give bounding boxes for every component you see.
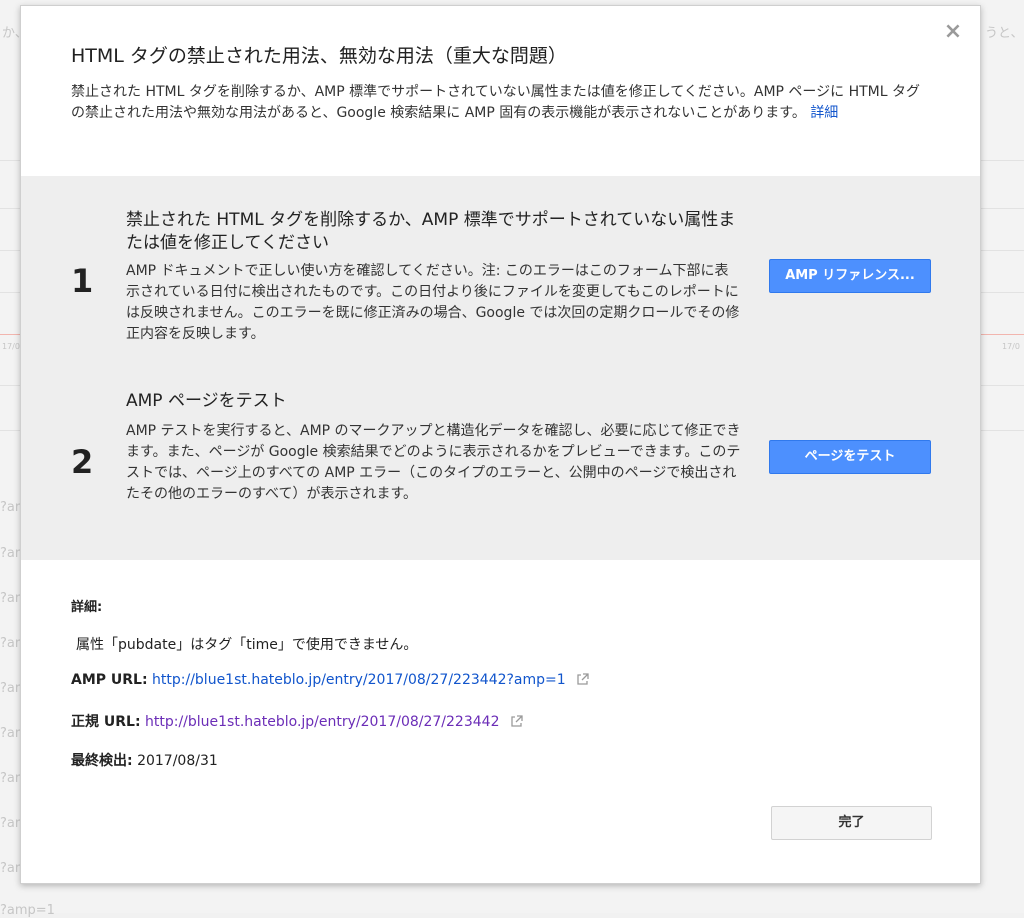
last-detected-row: 最終検出: 2017/08/31 (71, 750, 218, 770)
external-link-icon[interactable] (576, 673, 589, 690)
external-link-icon[interactable] (510, 715, 523, 732)
canonical-url-label: 正規 URL: (71, 714, 141, 730)
test-page-button[interactable]: ページをテスト (769, 440, 931, 474)
amp-url-row: AMP URL: http://blue1st.hateblo.jp/entry… (71, 672, 589, 690)
done-button[interactable]: 完了 (771, 806, 932, 840)
close-icon[interactable]: × (943, 21, 963, 43)
step-number: 2 (71, 443, 94, 481)
steps-panel: 1 禁止された HTML タグを削除するか、AMP 標準でサポートされていない属… (21, 176, 980, 560)
learn-more-link[interactable]: 詳細 (810, 105, 838, 121)
step-title: AMP ページをテスト (126, 391, 287, 411)
canonical-url-row: 正規 URL: http://blue1st.hateblo.jp/entry/… (71, 711, 523, 732)
background-text-fragment: うと、の (985, 26, 1024, 41)
step-body: AMP テストを実行すると、AMP のマークアップと構造化データを確認し、必要に… (126, 423, 741, 502)
amp-url-link[interactable]: http://blue1st.hateblo.jp/entry/2017/08/… (152, 672, 566, 688)
dialog-intro: 禁止された HTML タグを削除するか、AMP 標準でサポートされていない属性ま… (71, 82, 931, 124)
background-date-label: 17/0 (1002, 342, 1020, 351)
step-title: 禁止された HTML タグを削除するか、AMP 標準でサポートされていない属性ま… (126, 210, 736, 253)
step-number: 1 (71, 262, 94, 300)
details-text: 属性「pubdate」はタグ「time」で使用できません。 (76, 637, 418, 653)
canonical-url-link[interactable]: http://blue1st.hateblo.jp/entry/2017/08/… (145, 714, 499, 730)
last-detected-value: 2017/08/31 (137, 753, 218, 769)
step-body: AMP ドキュメントで正しい使い方を確認してください。注: このエラーはこのフォ… (126, 263, 740, 342)
dialog-title: HTML タグの禁止された用法、無効な用法（重大な問題） (71, 45, 567, 67)
amp-reference-button[interactable]: AMP リファレンス... (769, 259, 931, 293)
intro-text: 禁止された HTML タグを削除するか、AMP 標準でサポートされていない属性ま… (71, 84, 920, 121)
amp-url-label: AMP URL: (71, 672, 148, 688)
details-label: 詳細: (71, 600, 103, 615)
last-detected-label: 最終検出: (71, 753, 133, 769)
amp-issue-dialog: × HTML タグの禁止された用法、無効な用法（重大な問題） 禁止された HTM… (20, 5, 981, 884)
background-row-fragment: ?amp=1 (0, 903, 55, 918)
